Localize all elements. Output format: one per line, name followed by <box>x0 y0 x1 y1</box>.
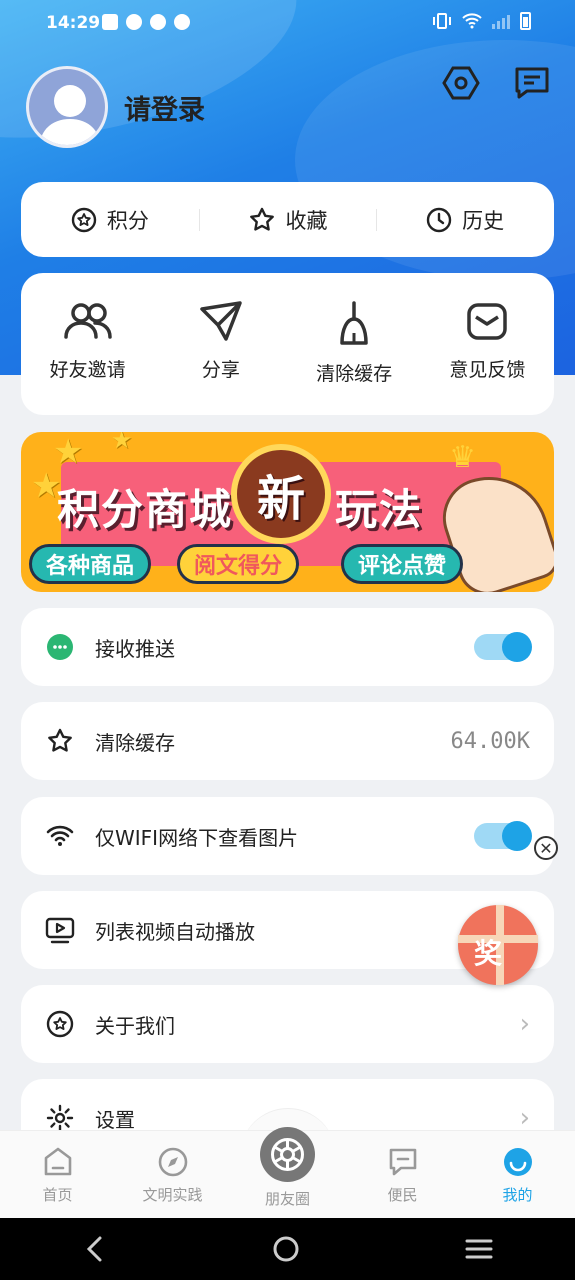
gear-icon <box>45 1103 75 1133</box>
signal-icon <box>492 13 510 29</box>
cache-size-value: 64.00K <box>450 728 530 754</box>
tab-history-label: 历史 <box>462 208 505 233</box>
grid-item-label: 好友邀请 <box>49 359 126 381</box>
wifi-status-icon <box>462 13 482 29</box>
broom-icon <box>340 301 368 345</box>
tab-label: 我的 <box>502 1186 533 1204</box>
tab-mine[interactable]: 我的 <box>460 1131 575 1218</box>
gift-label: 奖 <box>473 937 502 970</box>
tab-label: 文明实践 <box>142 1186 203 1204</box>
star-decoration: ★ <box>111 432 133 454</box>
tab-services[interactable]: 便民 <box>345 1131 460 1218</box>
tab-favorites[interactable]: 收藏 <box>198 205 377 235</box>
chevron-right-icon: › <box>519 1009 530 1039</box>
notification-icons <box>102 14 190 30</box>
tab-favorites-label: 收藏 <box>285 208 328 233</box>
system-navigation-bar <box>0 1218 575 1280</box>
chevron-right-icon: › <box>519 1103 530 1133</box>
setting-row-cache[interactable]: 清除缓存 64.00K <box>21 702 554 780</box>
feature-grid: 好友邀请 分享 清除缓存 意见反馈 <box>21 273 554 415</box>
setting-row-push[interactable]: 接收推送 <box>21 608 554 686</box>
star-icon <box>249 207 274 231</box>
compass-icon <box>156 1145 190 1179</box>
grid-item-feedback[interactable]: 意见反馈 <box>421 273 554 415</box>
mail-notification-icon <box>102 14 118 30</box>
smile-icon <box>501 1145 535 1179</box>
back-icon[interactable] <box>83 1235 107 1263</box>
tab-label: 便民 <box>387 1186 418 1204</box>
banner-pill: 阅文得分 <box>177 544 300 584</box>
tab-points[interactable]: 积分 <box>21 205 199 235</box>
wifi-icon <box>45 821 75 851</box>
battery-icon <box>520 12 531 30</box>
status-time: 14:29 <box>46 13 101 33</box>
wifi-images-toggle[interactable] <box>474 821 532 851</box>
vibrate-icon <box>433 13 451 29</box>
camera-aperture-icon[interactable] <box>260 1127 315 1182</box>
setting-label: 接收推送 <box>95 636 175 661</box>
login-text[interactable]: 请登录 <box>124 88 205 127</box>
grid-item-label: 分享 <box>201 359 240 381</box>
hexagon-settings-icon[interactable] <box>442 64 480 102</box>
home-circle-icon[interactable] <box>272 1235 300 1263</box>
star-circle-icon <box>45 1009 75 1039</box>
setting-label: 仅WIFI网络下查看图片 <box>95 825 299 850</box>
floating-gift-button[interactable]: 奖 <box>458 905 538 985</box>
quick-tabs: 积分 收藏 历史 <box>21 182 554 257</box>
message-dots-icon <box>386 1145 420 1179</box>
check-notification-icon <box>126 14 142 30</box>
shield-notification-icon <box>150 14 166 30</box>
tab-civilization[interactable]: 文明实践 <box>115 1131 230 1218</box>
menu-icon[interactable] <box>465 1237 493 1261</box>
avatar[interactable] <box>26 66 108 148</box>
status-bar: 14:29 <box>0 0 575 48</box>
banner-pill: 评论点赞 <box>341 544 464 584</box>
mail-bag-icon <box>467 303 508 340</box>
star-circle-icon <box>71 207 97 232</box>
clock-icon <box>426 207 452 232</box>
setting-row-about[interactable]: 关于我们 › <box>21 985 554 1063</box>
setting-label: 关于我们 <box>95 1013 175 1038</box>
home-icon <box>41 1145 75 1179</box>
star-icon <box>45 726 75 756</box>
grid-item-clear-cache[interactable]: 清除缓存 <box>288 273 421 415</box>
tab-history[interactable]: 历史 <box>376 205 554 235</box>
friends-icon <box>63 303 112 339</box>
tab-label: 首页 <box>42 1186 73 1204</box>
grid-item-share[interactable]: 分享 <box>154 273 287 415</box>
tab-points-label: 积分 <box>106 208 149 233</box>
push-toggle[interactable] <box>474 632 532 662</box>
grid-item-label: 清除缓存 <box>316 363 393 385</box>
send-icon <box>200 301 242 341</box>
banner-title-right: 玩法 <box>335 485 424 534</box>
crown-decoration: ♛ <box>449 440 476 475</box>
video-icon <box>45 915 75 945</box>
banner-new-badge: 新 <box>231 444 331 544</box>
chat-bubble-icon <box>45 632 75 662</box>
points-mall-banner[interactable]: ★ ★ ★ ♛ 积分商城 新 玩法 各种商品 阅文得分 评论点赞 <box>21 432 554 592</box>
setting-label: 清除缓存 <box>95 730 175 755</box>
tab-label: 朋友圈 <box>264 1190 310 1208</box>
grid-item-label: 意见反馈 <box>449 359 526 381</box>
app-notification-icon <box>174 14 190 30</box>
message-icon[interactable] <box>513 64 551 102</box>
grid-item-invite[interactable]: 好友邀请 <box>21 273 154 415</box>
close-icon[interactable]: ✕ <box>534 836 558 860</box>
banner-title-left: 积分商城 <box>57 485 234 534</box>
setting-row-wifi-images[interactable]: 仅WIFI网络下查看图片 <box>21 797 554 875</box>
tab-home[interactable]: 首页 <box>0 1131 115 1218</box>
banner-pill: 各种商品 <box>29 544 152 584</box>
